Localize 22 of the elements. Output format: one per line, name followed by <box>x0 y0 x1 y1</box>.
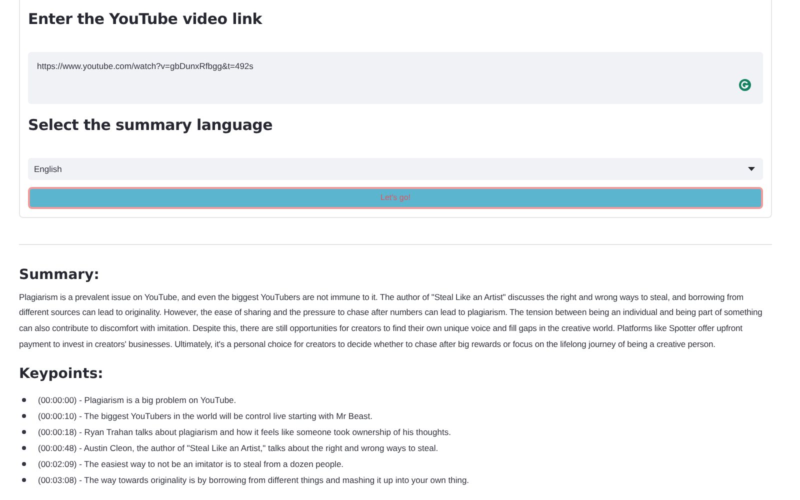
keypoint-text: (00:02:09) - The easiest way to not be an imitator is to steal from a dozen people. <box>38 458 344 470</box>
caret-icon <box>748 167 755 171</box>
keypoint-text: (00:00:10) - The biggest YouTubers in the world will be control live starting with Mr Beast. <box>38 410 373 422</box>
bullet-icon <box>22 446 26 450</box>
language-select[interactable]: English <box>28 158 763 180</box>
section-heading: Keypoints: <box>19 366 104 383</box>
summary-text: Plagiarism is a prevalent issue on YouTube, and even the biggest YouTubers are not immune to it. The author of "Steal Like an Artist" discusses the right and wrong ways to steal, and borrowing from different sources can lead to originality. However, the ease of sharing and the pressure to chase after numbers can lead to plagiarism. The tension between being an individual and being part of something can also contribute to discomfort with imitation. Despite this, there are still opportunities for creators to find their own unique voice and fill gaps in the creative world. Platforms like Spotter offer upfront payment to invest in creators' businesses. Ultimately, it's a personal choice for creators to decide whether to chase after big rewards or focus on the lifelong journey of being a creative person. <box>19 290 764 351</box>
bullet-icon <box>22 430 26 434</box>
keypoint-text: (00:03:08) - The way towards originality is by borrowing from different things and mashing it up into your own thing. <box>38 474 470 486</box>
section-heading: Enter the YouTube video link <box>28 10 264 28</box>
section-heading: Summary: <box>19 267 100 284</box>
section-heading: Select the summary language <box>28 116 274 134</box>
keypoint-text: (00:00:18) - Ryan Trahan talks about plagiarism and how it feels like someone took ownership of his thoughts. <box>38 426 451 438</box>
bullet-icon <box>22 398 26 402</box>
link-input-field[interactable]: https://www.youtube.com/watch?v=gbDunxRfbgg&t=492s <box>28 52 763 104</box>
select-value: English <box>34 162 62 176</box>
keypoint-text: (00:00:48) - Austin Cleon, the author of "Steal Like an Artist," talks about the right and wrong ways to steal. <box>38 442 438 454</box>
grammar-icon <box>739 78 751 91</box>
bullet-icon <box>22 462 26 466</box>
bullet-icon <box>22 478 26 482</box>
keypoint-text: (00:00:00) - Plagiarism is a big problem on YouTube. <box>38 394 236 406</box>
bullet-icon <box>22 414 26 418</box>
